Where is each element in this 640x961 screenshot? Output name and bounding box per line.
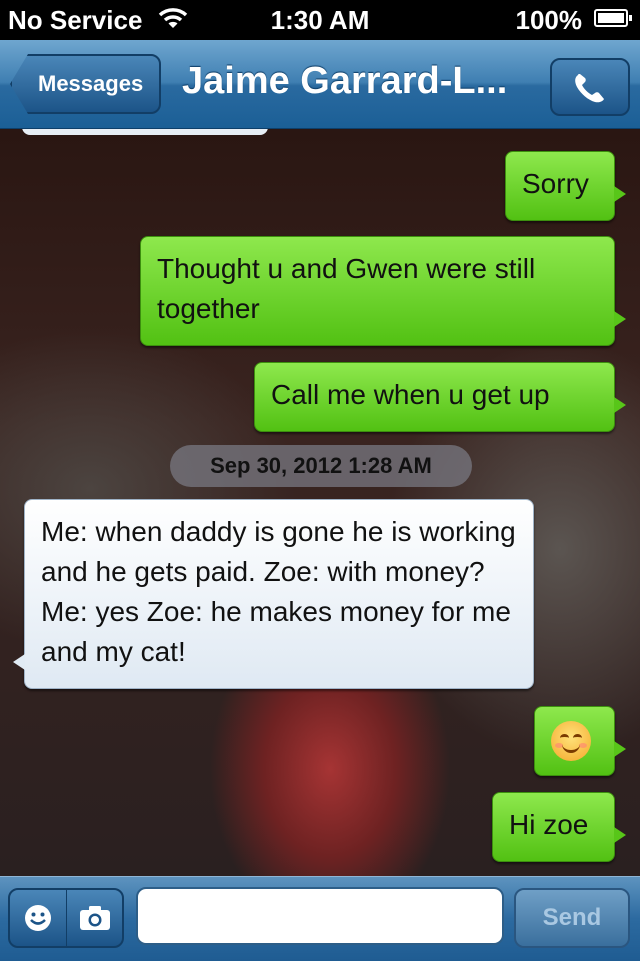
status-bar: No Service 1:30 AM 100%	[0, 0, 640, 40]
camera-button[interactable]	[67, 890, 123, 946]
battery-percentage: 100%	[515, 5, 583, 35]
message-text: Me: when daddy is gone he is working and…	[41, 516, 516, 667]
messages-back-button[interactable]: Messages	[10, 54, 162, 114]
message-text: Hi zoe	[509, 809, 589, 840]
message-bubble-outgoing[interactable]: Thought u and Gwen were still together	[140, 236, 626, 346]
phone-icon	[575, 74, 604, 103]
message-bubble-outgoing[interactable]: Call me when u get up	[254, 362, 626, 432]
conversation-view[interactable]: Sorry Thought u and Gwen were still toge…	[0, 129, 640, 876]
media-button-group	[8, 888, 124, 948]
message-text: Sorry	[522, 168, 589, 199]
call-button[interactable]	[550, 58, 630, 116]
message-bubble-outgoing[interactable]	[534, 706, 626, 776]
message-bubble-incoming[interactable]: Me: when daddy is gone he is working and…	[13, 499, 534, 689]
conversation-title: Jaime Garrard-L...	[182, 60, 508, 102]
smiling-face-emoji	[551, 720, 591, 761]
message-bubble-outgoing[interactable]: Sorry	[505, 151, 626, 221]
battery-icon	[594, 9, 632, 27]
message-bubble-outgoing[interactable]: Hi zoe	[492, 792, 626, 862]
message-input[interactable]	[136, 887, 504, 945]
message-text: Thought u and Gwen were still together	[157, 253, 536, 324]
emoji-button[interactable]	[10, 890, 66, 946]
navigation-bar: Messages Jaime Garrard-L...	[0, 40, 640, 129]
message-timestamp: Sep 30, 2012 1:28 AM	[170, 445, 472, 487]
message-input-bar: Send	[0, 876, 640, 961]
camera-icon	[80, 906, 110, 930]
message-text: Call me when u get up	[271, 379, 550, 410]
smiley-icon	[25, 905, 51, 931]
send-button[interactable]: Send	[514, 888, 630, 948]
previous-message-edge	[22, 129, 268, 135]
